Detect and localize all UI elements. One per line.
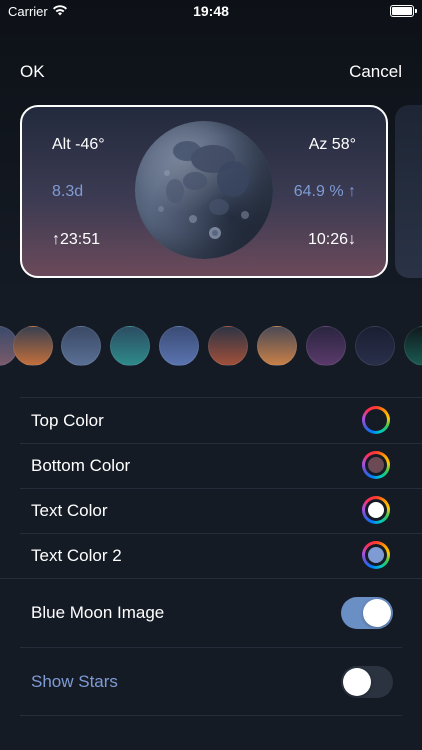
preset-swatch[interactable] [208,326,248,366]
text-color-2-well[interactable] [362,541,390,569]
moonrise-label: ↑23:51 [52,231,101,248]
bottom-color-label: Bottom Color [31,456,131,475]
ok-button[interactable]: OK [20,62,45,82]
divider [20,533,422,534]
divider [20,647,402,648]
text-color-2-swatch [368,547,384,563]
moon-craters-icon [158,141,249,239]
divider [20,397,422,398]
moon-age-label: 8.3d [52,183,84,200]
battery-icon [390,5,417,17]
top-color-swatch [368,412,384,428]
widget-preview[interactable]: Alt -46° Az 58° 8.3d 64.9 % ↑ ↑23:51 10:… [20,105,388,278]
toggle-knob [363,599,391,627]
top-color-label: Top Color [31,411,104,430]
blue-moon-image-toggle[interactable] [341,597,393,629]
moonset-label: 10:26↓ [307,231,356,248]
top-color-well[interactable] [362,406,390,434]
divider [20,488,422,489]
preset-swatch[interactable] [257,326,297,366]
bottom-color-well[interactable] [362,451,390,479]
text-color-2-label: Text Color 2 [31,546,122,565]
text-color-well[interactable] [362,496,390,524]
show-stars-label: Show Stars [31,672,118,691]
preset-swatch[interactable] [110,326,150,366]
preset-swatch[interactable] [13,326,53,366]
preset-swatch[interactable] [61,326,101,366]
preset-swatch[interactable] [355,326,395,366]
status-bar: Carrier 19:48 [0,0,422,24]
altitude-label: Alt -46° [52,136,105,153]
divider [20,443,422,444]
next-widget-preview[interactable] [395,105,422,278]
text-color-swatch [368,502,384,518]
illumination-label: 64.9 % ↑ [293,183,356,200]
preset-swatch[interactable] [306,326,346,366]
preset-swatch[interactable] [404,326,422,366]
divider [0,578,422,579]
preset-swatch[interactable] [159,326,199,366]
show-stars-toggle[interactable] [341,666,393,698]
text-color-label: Text Color [31,501,108,520]
blue-moon-image-label: Blue Moon Image [31,603,165,622]
status-time: 19:48 [193,3,229,19]
moon-image [135,121,273,259]
preset-swatches[interactable] [0,326,422,368]
toggle-knob [343,668,371,696]
azimuth-label: Az 58° [308,136,356,153]
divider [20,715,402,716]
bottom-color-swatch [368,457,384,473]
cancel-button[interactable]: Cancel [349,62,402,82]
